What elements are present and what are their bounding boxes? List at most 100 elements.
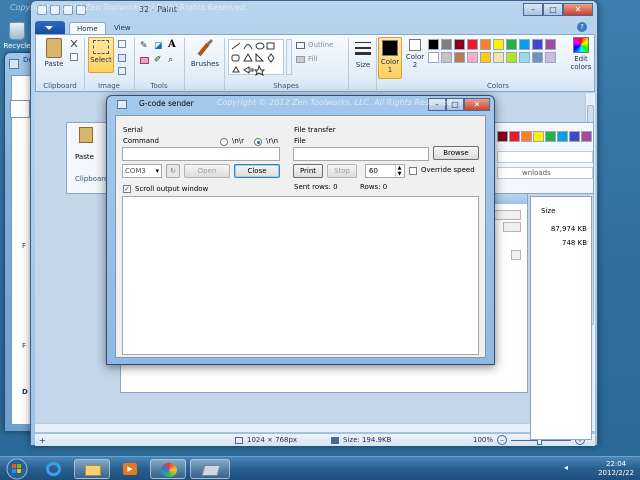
radio-rn[interactable] <box>220 138 228 146</box>
palette-color-swatch[interactable] <box>467 39 478 50</box>
spinner-icon[interactable]: ▲ ▼ <box>395 165 403 177</box>
paste-button[interactable]: Paste <box>40 38 68 68</box>
edit-colors-button[interactable]: Edit colors <box>568 37 594 71</box>
color-picker-icon[interactable]: ✐ <box>154 55 162 65</box>
outline-icon <box>296 41 305 49</box>
open-button[interactable]: Open <box>184 164 230 178</box>
size-button[interactable]: Size <box>352 39 374 69</box>
palette-color-swatch[interactable] <box>454 39 465 50</box>
palette-color-swatch[interactable] <box>545 52 556 63</box>
taskbar-gcode-sender[interactable] <box>190 459 230 479</box>
file-window-button[interactable] <box>503 222 521 232</box>
minimize-button[interactable]: – <box>523 3 543 16</box>
palette-color-swatch[interactable] <box>467 52 478 63</box>
palette-color-swatch[interactable] <box>521 131 532 142</box>
column-header-size[interactable]: Size <box>541 207 555 215</box>
brushes-label: Brushes <box>190 60 220 68</box>
file-window-button[interactable] <box>511 250 521 260</box>
speed-input[interactable]: 60 ▲ ▼ <box>365 164 405 178</box>
palette-color-swatch[interactable] <box>532 52 543 63</box>
resize-icon[interactable] <box>118 54 126 62</box>
copy-icon[interactable] <box>70 53 78 61</box>
zoom-level: 100% <box>473 436 494 444</box>
color-palette <box>428 39 568 79</box>
text-tool-icon[interactable]: A <box>168 39 176 50</box>
palette-color-swatch[interactable] <box>581 131 592 142</box>
file-window-button[interactable] <box>491 210 521 220</box>
horizontal-scrollbar[interactable] <box>35 423 585 432</box>
palette-color-swatch[interactable] <box>532 39 543 50</box>
palette-color-swatch[interactable] <box>480 39 491 50</box>
palette-color-swatch[interactable] <box>441 52 452 63</box>
palette-color-swatch[interactable] <box>533 131 544 142</box>
palette-color-swatch[interactable] <box>545 39 556 50</box>
magnifier-icon[interactable]: ⌕ <box>168 55 173 65</box>
zoom-out-button[interactable]: – <box>497 435 507 445</box>
palette-color-swatch[interactable] <box>480 52 491 63</box>
rotate-icon[interactable] <box>118 67 126 75</box>
palette-color-swatch[interactable] <box>454 52 465 63</box>
taskbar-internet-explorer[interactable] <box>36 459 72 479</box>
paint-menu-button[interactable] <box>35 21 65 34</box>
pencil-icon[interactable]: ✎ <box>140 41 148 51</box>
palette-color-swatch[interactable] <box>519 39 530 50</box>
close-port-button[interactable]: Close <box>234 164 280 178</box>
print-button[interactable]: Print <box>293 164 323 178</box>
override-speed-checkbox[interactable] <box>409 167 417 175</box>
close-button[interactable]: ✕ <box>563 3 593 16</box>
stop-button[interactable]: Stop <box>327 164 357 178</box>
volume-icon[interactable]: ◂ <box>564 463 574 473</box>
serial-group-label: Serial <box>123 126 143 134</box>
taskbar-media-player[interactable]: ▶ <box>112 459 148 479</box>
fill-button[interactable]: Fill <box>296 55 317 63</box>
system-clock[interactable]: 22:04 2012/2/22 <box>598 460 634 478</box>
folder-icon <box>9 59 19 69</box>
port-select[interactable]: COM3 ▾ <box>122 164 162 178</box>
output-window[interactable] <box>122 196 479 355</box>
palette-color-swatch[interactable] <box>441 39 452 50</box>
gcode-app-icon <box>201 465 221 476</box>
palette-color-swatch[interactable] <box>506 39 517 50</box>
refresh-icon[interactable]: ↻ <box>166 164 180 178</box>
palette-color-swatch[interactable] <box>557 131 568 142</box>
color2-button[interactable]: Color 2 <box>404 39 426 69</box>
radio-nr[interactable] <box>254 138 262 146</box>
select-button[interactable]: Select <box>88 37 114 73</box>
file-path-input[interactable] <box>293 147 429 161</box>
taskbar-paint[interactable] <box>150 459 186 479</box>
color1-button[interactable]: Color 1 <box>378 37 402 79</box>
command-input[interactable] <box>122 147 280 161</box>
close-button[interactable]: ✕ <box>464 98 490 111</box>
palette-color-swatch[interactable] <box>569 131 580 142</box>
tab-home[interactable]: Home <box>69 22 106 34</box>
tab-view[interactable]: View <box>107 22 138 34</box>
palette-color-swatch[interactable] <box>519 52 530 63</box>
shapes-scroll[interactable] <box>286 39 292 75</box>
palette-color-swatch[interactable] <box>545 131 556 142</box>
cut-icon[interactable] <box>70 39 78 48</box>
inner-address-bar <box>497 151 593 163</box>
recycle-bin-shortcut[interactable]: Recycle <box>0 22 34 50</box>
palette-color-swatch[interactable] <box>509 131 520 142</box>
shapes-gallery[interactable] <box>228 39 284 77</box>
palette-color-swatch[interactable] <box>497 131 508 142</box>
start-button[interactable] <box>2 458 32 480</box>
side-stub-label: F <box>22 342 27 350</box>
browse-button[interactable]: Browse <box>433 146 479 160</box>
palette-color-swatch[interactable] <box>493 39 504 50</box>
maximize-button[interactable]: □ <box>543 3 563 16</box>
help-icon[interactable]: ? <box>577 22 587 32</box>
palette-color-swatch[interactable] <box>506 52 517 63</box>
outline-button[interactable]: Outline <box>296 41 333 49</box>
eraser-icon[interactable] <box>140 57 149 64</box>
palette-color-swatch[interactable] <box>428 52 439 63</box>
crop-icon[interactable] <box>118 40 126 48</box>
palette-color-swatch[interactable] <box>428 39 439 50</box>
fill-bucket-icon[interactable]: ◪ <box>154 41 163 51</box>
brushes-button[interactable]: Brushes <box>188 38 222 68</box>
palette-color-swatch[interactable] <box>493 52 504 63</box>
scroll-output-checkbox[interactable]: ✓ <box>123 185 131 193</box>
taskbar-explorer[interactable] <box>74 459 110 479</box>
inner-paste-button[interactable] <box>73 127 99 151</box>
watermark: Copyright © 2012 Zen Toolworks, LLC. All… <box>10 3 248 12</box>
